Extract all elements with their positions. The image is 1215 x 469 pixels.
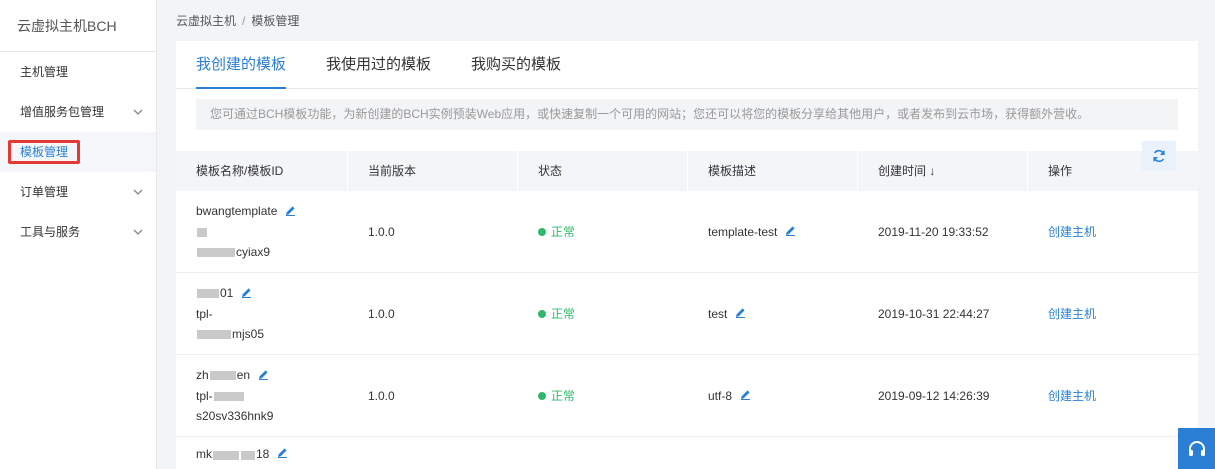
- chevron-down-icon: [132, 92, 144, 132]
- column-header-status: 状态: [518, 151, 688, 191]
- sidebar-item-label: 工具与服务: [20, 225, 81, 239]
- edit-pencil-icon[interactable]: [241, 284, 252, 304]
- main-panel: 我创建的模板 我使用过的模板 我购买的模板 您可通过BCH模板功能，为新创建的B…: [176, 41, 1198, 469]
- edit-pencil-icon[interactable]: [735, 307, 746, 321]
- actions-cell: 创建主机: [1028, 273, 1198, 354]
- template-name: 01: [220, 286, 234, 301]
- refresh-button[interactable]: [1142, 141, 1176, 171]
- redacted-mask: [197, 228, 207, 238]
- template-id-prefix: tpl-: [196, 388, 213, 403]
- template-name-cell: 01 tpl- mjs05: [176, 273, 348, 354]
- status-badge: 正常: [538, 223, 575, 240]
- actions-cell: 创建主机: [1028, 191, 1198, 272]
- table-header: 模板名称/模板ID 当前版本 状态 模板描述 创建时间 ↓ 操作: [176, 151, 1198, 191]
- edit-pencil-icon[interactable]: [285, 202, 296, 222]
- template-name: bwangtemplate: [196, 204, 278, 219]
- status-cell: 正常: [518, 355, 688, 436]
- redacted-mask: [197, 289, 219, 299]
- edit-pencil-icon[interactable]: [277, 447, 288, 461]
- column-header-version: 当前版本: [348, 151, 518, 191]
- template-name-cell: mk 18: [176, 437, 348, 469]
- sidebar-title: 云虚拟主机BCH: [0, 0, 156, 52]
- breadcrumb-current: 模板管理: [251, 14, 300, 28]
- description-text: utf-8: [708, 388, 733, 403]
- template-id: mjs05: [232, 326, 265, 341]
- chevron-down-icon: [132, 212, 144, 252]
- created-time-cell: 2019-10-31 22:44:27: [878, 306, 990, 321]
- status-cell: 正常: [518, 191, 688, 272]
- create-host-link[interactable]: 创建主机: [1048, 387, 1096, 404]
- description-text: template-test: [708, 224, 778, 239]
- table-row: zh en tpl- s20sv336hnk9 1.0.0 正常 utf-8 20…: [176, 355, 1198, 437]
- template-name: mk: [196, 447, 212, 461]
- column-header-created-time[interactable]: 创建时间 ↓: [858, 151, 1028, 191]
- tab-bar: 我创建的模板 我使用过的模板 我购买的模板: [176, 41, 1198, 89]
- redacted-mask: [197, 248, 235, 258]
- table-row: 01 tpl- mjs05 1.0.0 正常 test 2019-10-31 2…: [176, 273, 1198, 355]
- table-row: mk 18: [176, 437, 1198, 469]
- edit-pencil-icon[interactable]: [785, 225, 796, 239]
- status-text: 正常: [551, 225, 576, 239]
- sidebar-item-template-management[interactable]: 模板管理: [0, 132, 156, 172]
- status-badge: 正常: [538, 305, 575, 322]
- status-dot-icon: [538, 391, 546, 400]
- template-id: cyiax9: [236, 244, 271, 259]
- description-text: test: [708, 306, 728, 321]
- sidebar-item-label: 订单管理: [20, 185, 69, 199]
- create-host-link[interactable]: 创建主机: [1048, 305, 1096, 322]
- redacted-mask: [213, 392, 244, 402]
- version-cell: 1.0.0: [368, 388, 395, 403]
- template-name-suffix: 18: [256, 447, 270, 461]
- description-cell: test: [688, 273, 858, 354]
- template-name-cell: zh en tpl- s20sv336hnk9: [176, 355, 348, 436]
- status-cell: 正常: [518, 273, 688, 354]
- template-name-cell: bwangtemplate cyiax9: [176, 191, 348, 272]
- chevron-down-icon: [132, 172, 144, 212]
- sidebar-item-tools-and-services[interactable]: 工具与服务: [0, 212, 156, 252]
- redacted-mask: [213, 451, 239, 460]
- version-cell: 1.0.0: [368, 306, 395, 321]
- tab-purchased-templates[interactable]: 我购买的模板: [471, 41, 561, 88]
- created-time-cell: 2019-09-12 14:26:39: [878, 388, 990, 403]
- sidebar-item-label: 主机管理: [20, 65, 69, 79]
- column-header-description: 模板描述: [688, 151, 858, 191]
- template-name: zh: [196, 368, 209, 383]
- status-badge: 正常: [538, 387, 575, 404]
- status-dot-icon: [538, 227, 546, 236]
- column-header-name: 模板名称/模板ID: [176, 151, 348, 191]
- template-id-prefix: tpl-: [196, 306, 213, 321]
- sidebar-item-value-added-packages[interactable]: 增值服务包管理: [0, 92, 156, 132]
- description-cell: template-test: [688, 191, 858, 272]
- sidebar-item-label: 模板管理: [20, 145, 69, 159]
- tab-my-created-templates[interactable]: 我创建的模板: [196, 41, 287, 89]
- table-row: bwangtemplate cyiax9 1.0.0 正常 template-t…: [176, 191, 1198, 273]
- status-text: 正常: [551, 307, 576, 321]
- refresh-icon: [1153, 149, 1165, 163]
- sidebar-item-host-management[interactable]: 主机管理: [0, 52, 156, 92]
- breadcrumb-root[interactable]: 云虚拟主机: [176, 14, 236, 28]
- template-name-suffix: en: [236, 368, 251, 383]
- sidebar-item-label: 增值服务包管理: [20, 105, 105, 119]
- edit-pencil-icon[interactable]: [740, 389, 751, 403]
- description-cell: utf-8: [688, 355, 858, 436]
- template-id: s20sv336hnk9: [196, 408, 274, 423]
- edit-pencil-icon[interactable]: [258, 366, 269, 386]
- status-text: 正常: [551, 389, 576, 403]
- sidebar-item-order-management[interactable]: 订单管理: [0, 172, 156, 212]
- redacted-mask: [197, 330, 231, 340]
- breadcrumb: 云虚拟主机 / 模板管理: [176, 12, 299, 29]
- actions-cell: 创建主机: [1028, 355, 1198, 436]
- redacted-mask: [209, 371, 236, 381]
- status-dot-icon: [538, 309, 546, 318]
- info-notice: 您可通过BCH模板功能，为新创建的BCH实例预装Web应用，或快速复制一个可用的…: [196, 99, 1178, 130]
- create-host-link[interactable]: 创建主机: [1048, 223, 1096, 240]
- version-cell: 1.0.0: [368, 224, 395, 239]
- help-support-button[interactable]: [1178, 428, 1215, 469]
- created-time-cell: 2019-11-20 19:33:52: [878, 224, 989, 239]
- sidebar: 云虚拟主机BCH 主机管理 增值服务包管理 模板管理 订单管理 工具与服务: [0, 0, 157, 469]
- breadcrumb-separator: /: [242, 14, 246, 28]
- redacted-mask: [241, 451, 255, 460]
- headset-icon: [1188, 440, 1205, 456]
- tab-used-templates[interactable]: 我使用过的模板: [326, 41, 431, 88]
